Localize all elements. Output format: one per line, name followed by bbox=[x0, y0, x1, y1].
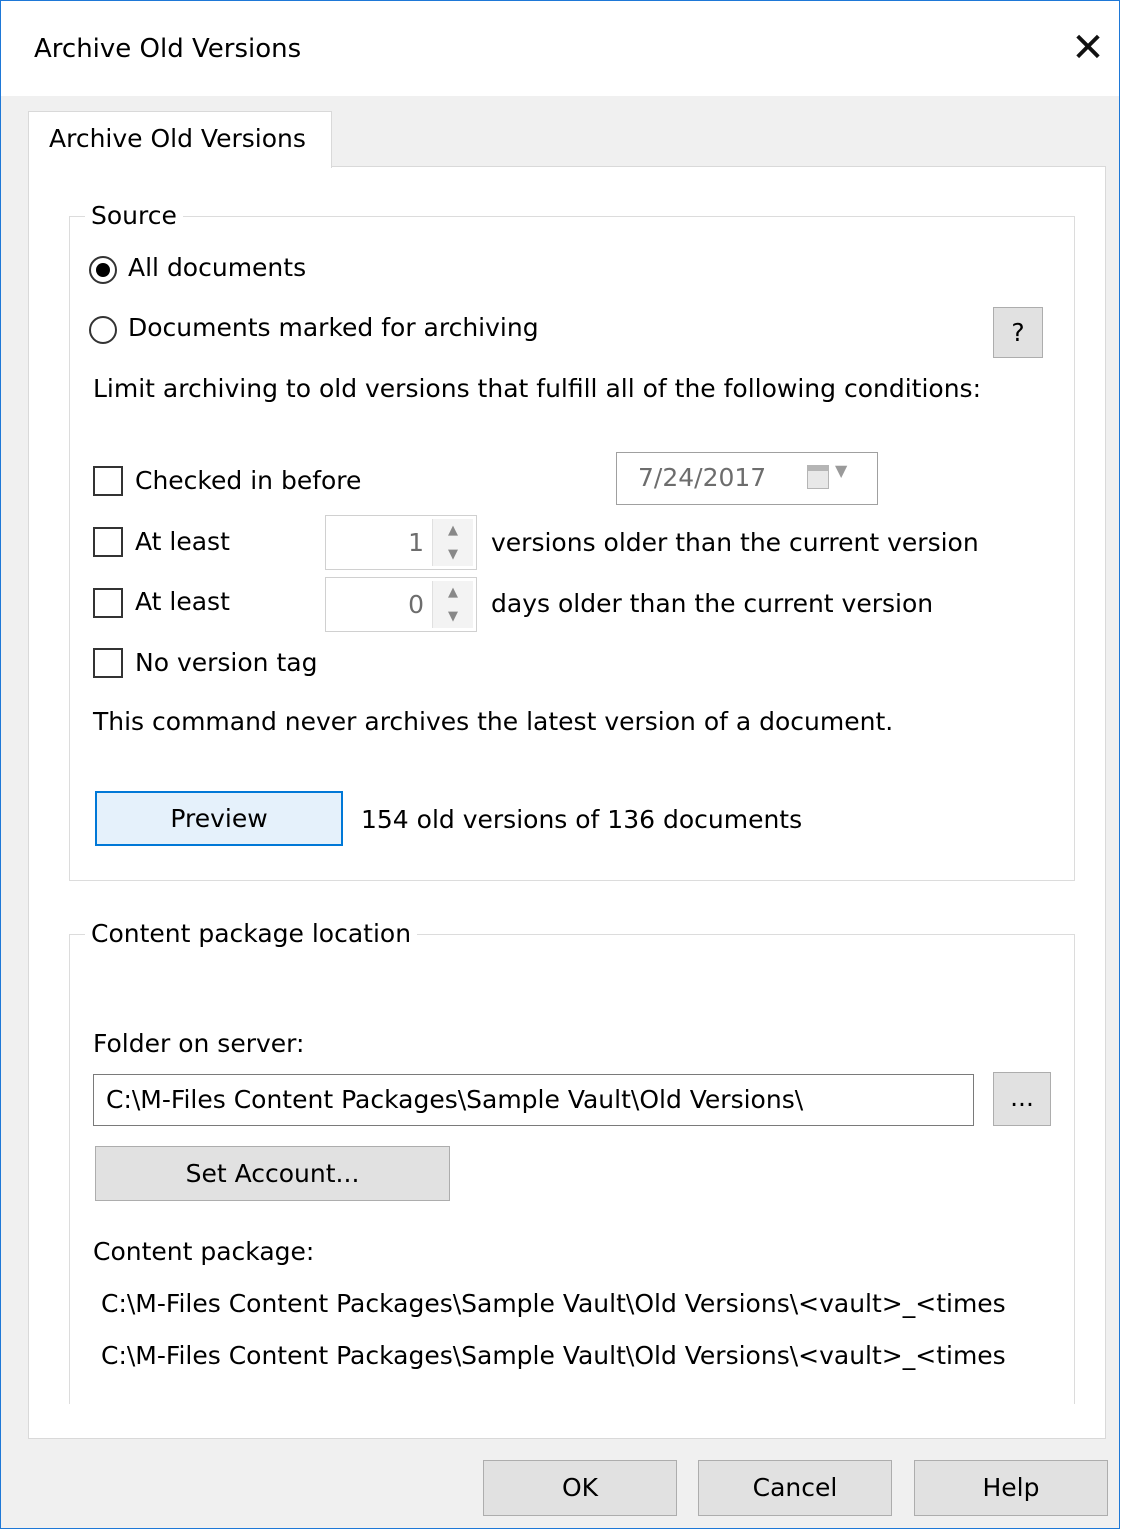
dialog-title: Archive Old Versions bbox=[34, 34, 302, 64]
versions-value: 1 bbox=[408, 528, 424, 557]
preview-result: 154 old versions of 136 documents bbox=[361, 805, 803, 834]
preview-button[interactable]: Preview bbox=[95, 791, 343, 846]
all-documents-label[interactable]: All documents bbox=[128, 253, 306, 282]
at-least-days-label[interactable]: At least bbox=[135, 587, 230, 616]
spin-down-icon[interactable]: ▼ bbox=[433, 543, 473, 566]
cancel-button[interactable]: Cancel bbox=[698, 1460, 892, 1516]
chevron-down-icon: ▼ bbox=[835, 461, 848, 480]
folder-path-input[interactable]: C:\M-Files Content Packages\Sample Vault… bbox=[93, 1074, 974, 1126]
tab-label: Archive Old Versions bbox=[49, 124, 306, 153]
close-icon[interactable]: ✕ bbox=[1063, 23, 1113, 73]
ok-button[interactable]: OK bbox=[483, 1460, 677, 1516]
versions-suffix: versions older than the current version bbox=[491, 528, 979, 557]
help-button[interactable]: Help bbox=[914, 1460, 1108, 1516]
date-value: 7/24/2017 bbox=[638, 463, 767, 492]
spin-up-icon[interactable]: ▲ bbox=[433, 519, 473, 542]
folder-path-value: C:\M-Files Content Packages\Sample Vault… bbox=[106, 1085, 804, 1114]
calendar-icon bbox=[807, 465, 829, 489]
days-value: 0 bbox=[408, 590, 424, 619]
versions-stepper[interactable]: 1 ▲ ▼ bbox=[325, 515, 477, 570]
content-package-legend: Content package location bbox=[85, 919, 418, 948]
tab-archive-old-versions[interactable]: Archive Old Versions bbox=[28, 111, 332, 168]
browse-button[interactable]: ... bbox=[993, 1072, 1051, 1126]
title-bar: Archive Old Versions ✕ bbox=[1, 1, 1119, 96]
spin-up-icon[interactable]: ▲ bbox=[433, 581, 473, 604]
content-package-path-1: C:\M-Files Content Packages\Sample Vault… bbox=[101, 1289, 1006, 1318]
at-least-versions-checkbox[interactable] bbox=[93, 527, 123, 557]
set-account-button[interactable]: Set Account... bbox=[95, 1146, 450, 1201]
no-version-tag-checkbox[interactable] bbox=[93, 648, 123, 678]
content-package-path-2: C:\M-Files Content Packages\Sample Vault… bbox=[101, 1341, 1006, 1370]
days-stepper[interactable]: 0 ▲ ▼ bbox=[325, 577, 477, 632]
checked-in-before-checkbox[interactable] bbox=[93, 466, 123, 496]
help-question-button[interactable]: ? bbox=[993, 307, 1043, 358]
checked-in-before-label[interactable]: Checked in before bbox=[135, 466, 361, 495]
spin-down-icon[interactable]: ▼ bbox=[433, 605, 473, 628]
content-package-label: Content package: bbox=[93, 1237, 315, 1266]
source-legend: Source bbox=[85, 201, 183, 230]
days-suffix: days older than the current version bbox=[491, 589, 934, 618]
limit-description: Limit archiving to old versions that ful… bbox=[93, 374, 981, 403]
no-version-tag-label[interactable]: No version tag bbox=[135, 648, 317, 677]
marked-documents-radio[interactable] bbox=[89, 316, 117, 344]
never-archives-note: This command never archives the latest v… bbox=[93, 707, 894, 736]
folder-on-server-label: Folder on server: bbox=[93, 1029, 305, 1058]
date-picker[interactable]: 7/24/2017 ▼ bbox=[616, 452, 878, 505]
archive-dialog: Archive Old Versions ✕ Archive Old Versi… bbox=[0, 0, 1120, 1529]
all-documents-radio[interactable] bbox=[89, 256, 117, 284]
marked-documents-label[interactable]: Documents marked for archiving bbox=[128, 313, 539, 342]
at-least-days-checkbox[interactable] bbox=[93, 588, 123, 618]
at-least-versions-label[interactable]: At least bbox=[135, 527, 230, 556]
